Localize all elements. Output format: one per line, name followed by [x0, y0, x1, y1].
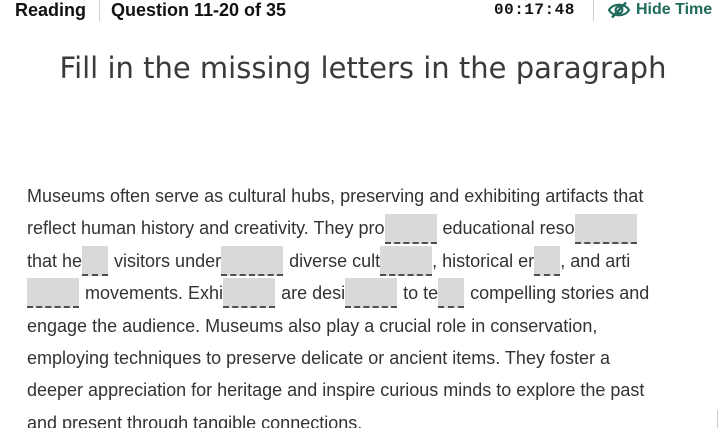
passage-text: , historical er: [432, 250, 535, 271]
passage-text: diverse cult: [289, 250, 381, 271]
passage-line: Museums often serve as cultural hubs, pr…: [27, 180, 707, 212]
blank-2[interactable]: [574, 213, 637, 244]
blank-6[interactable]: [534, 245, 561, 276]
blank-8[interactable]: [223, 278, 276, 309]
blank-7[interactable]: [27, 278, 79, 309]
passage-text: , and arti: [560, 250, 631, 271]
blank-4[interactable]: [221, 245, 284, 276]
header-divider: [593, 0, 594, 21]
passage-line: deeper appreciation for heritage and ins…: [27, 374, 707, 406]
passage-text: deeper appreciation for heritage and ins…: [27, 380, 645, 401]
eye-slash-icon: [607, 1, 631, 19]
passage-line: and present through tangible connections…: [27, 407, 707, 428]
blank-10[interactable]: [438, 278, 465, 309]
page-title: Fill in the missing letters in the parag…: [59, 51, 667, 85]
passage-text: educational reso: [442, 218, 575, 239]
section-label: Reading: [15, 0, 87, 20]
hide-time-button[interactable]: Hide Time: [607, 0, 712, 20]
blank-1[interactable]: [384, 213, 437, 244]
passage-line: reflect human history and creativity. Th…: [27, 212, 707, 244]
timer: 00:17:48: [494, 1, 575, 19]
blank-9[interactable]: [345, 278, 398, 309]
passage-text: to te: [403, 283, 439, 304]
passage-text: that he: [27, 250, 83, 271]
passage-text: visitors under: [114, 250, 222, 271]
passage-line: employing techniques to preserve delicat…: [27, 342, 707, 374]
passage-text: reflect human history and creativity. Th…: [27, 218, 385, 239]
passage-text: movements. Exhi: [85, 283, 224, 304]
passage-text: and present through tangible connections…: [27, 412, 363, 428]
header-divider: [99, 0, 100, 21]
passage-text: are desi: [281, 283, 346, 304]
passage-line: engage the audience. Museums also play a…: [27, 310, 707, 342]
question-range: Question 11-20 of 35: [111, 0, 287, 20]
passage-line: that he visitors under diverse cult , hi…: [27, 245, 707, 277]
passage: Museums often serve as cultural hubs, pr…: [27, 180, 707, 428]
passage-text: Museums often serve as cultural hubs, pr…: [27, 186, 644, 206]
scrollbar[interactable]: [717, 410, 724, 428]
passage-text: engage the audience. Museums also play a…: [27, 315, 598, 336]
passage-text: compelling stories and: [470, 283, 650, 304]
hide-time-label: Hide Time: [636, 1, 713, 18]
blank-5[interactable]: [380, 245, 433, 276]
passage-line: movements. Exhi are desi to te compellin…: [27, 277, 707, 309]
top-bar: Reading Question 11-20 of 35 00:17:48 Hi…: [0, 0, 726, 22]
blank-3[interactable]: [82, 245, 109, 276]
passage-text: employing techniques to preserve delicat…: [27, 347, 610, 368]
